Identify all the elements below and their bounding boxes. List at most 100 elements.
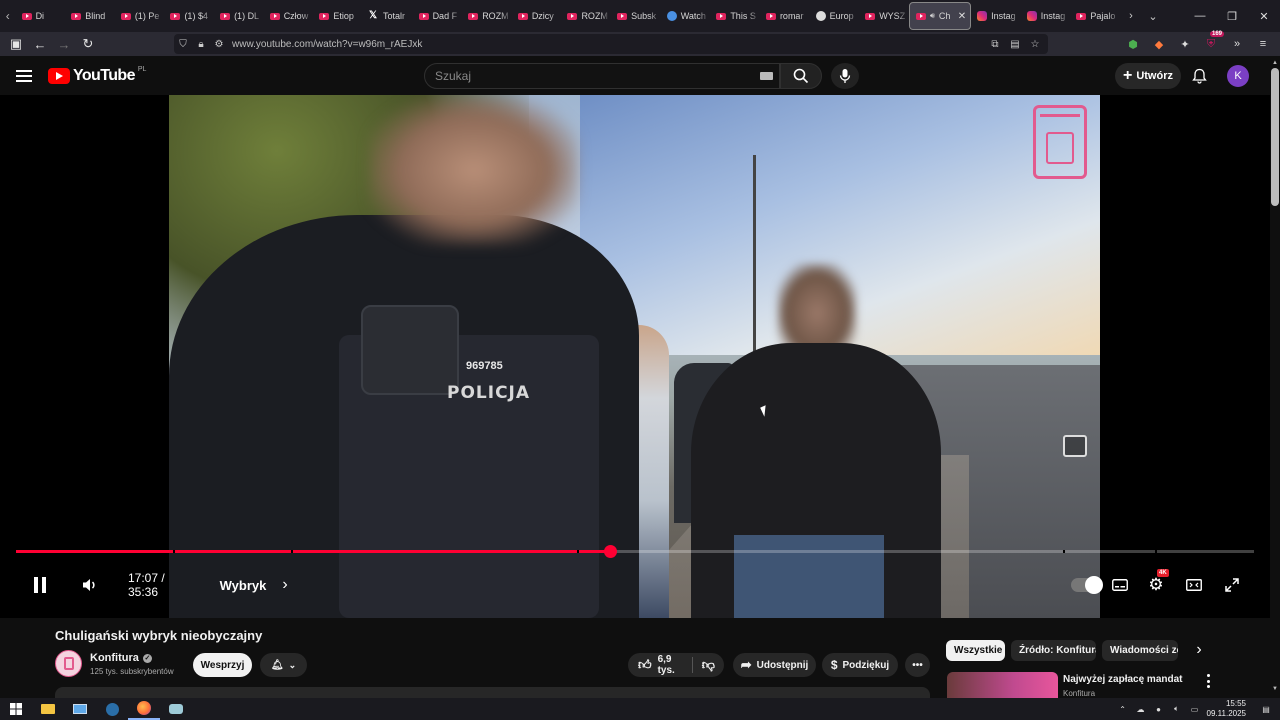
channel-name[interactable]: Konfitura <box>90 652 139 664</box>
close-window-icon[interactable]: ✕ <box>1248 0 1280 32</box>
picture-in-picture-icon[interactable]: ⧉ <box>986 39 1004 50</box>
tab[interactable]: Di <box>16 2 66 30</box>
minimize-icon[interactable]: — <box>1184 0 1216 32</box>
tab[interactable]: Instag <box>971 2 1021 30</box>
subscription-bell-button[interactable]: 🔔︎ ⌄ <box>260 653 307 677</box>
chapter-chevron-icon[interactable]: › <box>278 567 292 603</box>
video-frame[interactable]: 969785 POLICJA <box>169 95 1100 618</box>
chip-source[interactable]: Źródło: Konfitura <box>1011 640 1096 661</box>
lock-icon[interactable]: 🔒︎ <box>192 39 210 50</box>
tab[interactable]: ROZM <box>462 2 512 30</box>
url-text[interactable]: www.youtube.com/watch?v=w96m_rAEJxk <box>232 39 422 50</box>
tab-active[interactable]: 🔊︎ Ch ✕ <box>908 2 972 30</box>
keyboard-icon[interactable] <box>760 72 773 80</box>
scroll-up-arrow-icon[interactable]: ▲ <box>1270 58 1280 68</box>
page-scrollbar-thumb[interactable] <box>1271 68 1279 206</box>
guide-menu-icon[interactable] <box>14 66 34 86</box>
mute-button[interactable] <box>78 567 102 603</box>
start-button[interactable] <box>0 698 32 720</box>
clock[interactable]: 15:55 09.11.2025 <box>1207 699 1246 719</box>
firefox-button[interactable] <box>128 698 160 720</box>
microphone-tray-icon[interactable]: ● <box>1153 703 1165 715</box>
tab[interactable]: Człow <box>264 2 314 30</box>
description-box[interactable] <box>55 687 930 698</box>
recommended-title[interactable]: Najwyżej zapłacę mandat <box>1063 674 1183 685</box>
channel-watermark-icon[interactable] <box>1033 105 1087 179</box>
reader-view-icon[interactable]: ▤ <box>1006 39 1024 50</box>
tab[interactable]: Instag <box>1021 2 1071 30</box>
tab[interactable]: Blind <box>65 2 115 30</box>
network-icon[interactable]: ▭ <box>1189 703 1201 715</box>
tracking-shield-icon[interactable]: ⛉ <box>174 39 192 50</box>
video-player[interactable]: 969785 POLICJA 17:07 / 35:36 Wybryk › ⚙ … <box>0 95 1270 618</box>
tab[interactable]: 𝕏 Totalr <box>363 2 413 30</box>
url-bar[interactable]: ⛉ 🔒︎ ⚙ www.youtube.com/watch?v=w96m_rAEJ… <box>174 34 1048 54</box>
tab[interactable]: Dad F <box>413 2 463 30</box>
more-actions-button[interactable]: ••• <box>905 653 930 677</box>
tab[interactable]: Watch <box>661 2 711 30</box>
menu-icon[interactable]: ≡ <box>1252 33 1274 55</box>
search-button[interactable] <box>780 63 822 89</box>
tab[interactable]: Dzicy <box>512 2 562 30</box>
forward-button[interactable]: → <box>52 32 76 56</box>
tabs-scroll-left-icon[interactable]: ‹ <box>0 0 16 32</box>
dislike-button[interactable]: 👎︎ <box>693 657 724 673</box>
pause-button[interactable] <box>28 567 52 603</box>
cloud-icon[interactable]: ☁ <box>1135 703 1147 715</box>
channel-name-row[interactable]: Konfitura ✓ <box>90 652 152 664</box>
support-button[interactable]: Wesprzyj <box>193 653 252 677</box>
recommended-channel[interactable]: Konfitura <box>1063 689 1095 698</box>
chip-news[interactable]: Wiadomości ze <box>1102 640 1178 661</box>
extensions-puzzle-icon[interactable]: ✦ <box>1174 33 1196 55</box>
share-button[interactable]: ➦ Udostępnij <box>733 653 816 677</box>
subtitles-button[interactable] <box>1108 567 1132 603</box>
app-button[interactable] <box>160 698 192 720</box>
tray-overflow-icon[interactable]: ⌃ <box>1117 703 1129 715</box>
like-button[interactable]: 👍︎ 6,9 tys. <box>628 654 692 676</box>
thanks-button[interactable]: $ Podziękuj <box>822 653 898 677</box>
fullscreen-button[interactable] <box>1220 567 1244 603</box>
notifications-button[interactable] <box>1189 66 1209 86</box>
tabs-scroll-right-icon[interactable]: › <box>1120 0 1142 32</box>
tab-close-icon[interactable]: ✕ <box>958 11 966 22</box>
tab[interactable]: Europ <box>810 2 860 30</box>
bookmark-star-icon[interactable]: ☆ <box>1026 39 1044 50</box>
search-input[interactable]: Szukaj <box>424 63 780 89</box>
chips-next-icon[interactable]: › <box>1190 641 1208 661</box>
extension-fox-icon[interactable]: ◆ <box>1148 33 1170 55</box>
tab[interactable]: Subsk <box>611 2 661 30</box>
sidebar-toggle-icon[interactable]: ▣ <box>4 32 28 56</box>
tab[interactable]: (1) Pe <box>115 2 165 30</box>
recommended-menu-icon[interactable] <box>1204 674 1212 688</box>
list-all-tabs-icon[interactable]: ⌄ <box>1142 0 1164 32</box>
tab[interactable]: WYSZ <box>859 2 909 30</box>
permissions-icon[interactable]: ⚙ <box>210 39 228 50</box>
progress-bar[interactable] <box>16 545 1254 558</box>
create-button[interactable]: + Utwórz <box>1115 63 1181 89</box>
tab[interactable]: Pajalo <box>1070 2 1120 30</box>
miniplayer-icon[interactable] <box>1063 435 1087 457</box>
tab[interactable]: (1) $4 <box>164 2 215 30</box>
back-button[interactable]: ← <box>28 32 52 56</box>
scrubber-handle[interactable] <box>604 545 617 558</box>
theater-mode-button[interactable] <box>1182 567 1206 603</box>
reload-button[interactable]: ↻ <box>76 32 100 56</box>
overflow-chevron-icon[interactable]: » <box>1226 33 1248 55</box>
scroll-down-arrow-icon[interactable]: ▼ <box>1270 684 1280 694</box>
chip-all[interactable]: Wszystkie <box>946 640 1005 661</box>
youtube-logo[interactable]: YouTube PL <box>48 66 146 85</box>
chapter-title[interactable]: Wybryk <box>220 567 267 603</box>
recommended-thumbnail[interactable] <box>947 672 1058 698</box>
file-explorer-button[interactable] <box>32 698 64 720</box>
ublock-icon[interactable]: ⛨ 169 <box>1200 31 1224 55</box>
tab[interactable]: Etiop <box>313 2 363 30</box>
restore-icon[interactable]: ❐ <box>1216 0 1248 32</box>
autoplay-toggle[interactable] <box>1071 567 1103 603</box>
tab[interactable]: (1) DL <box>214 2 264 30</box>
vpn-shield-icon[interactable]: ⬢ <box>1122 33 1144 55</box>
tab-audio-icon[interactable]: 🔊︎ <box>930 11 935 21</box>
volume-tray-icon[interactable]: 🔈︎ <box>1171 703 1183 715</box>
account-avatar[interactable]: K <box>1227 65 1249 87</box>
settings-button[interactable]: ⚙ 4K <box>1144 567 1169 603</box>
computer-app-button[interactable] <box>64 698 96 720</box>
